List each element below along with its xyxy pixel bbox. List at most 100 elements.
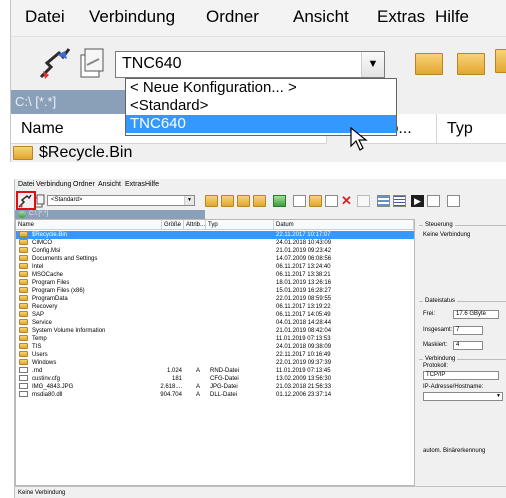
file-attrib: A [196,392,201,398]
menu-bar: Datei Verbindung Ordner Ansicht Extras H… [15,179,506,191]
file-icon [19,383,28,389]
open-folder-icon[interactable] [309,195,322,207]
folder-partial-icon[interactable] [495,49,506,73]
menu-extras[interactable]: Extras [125,181,145,188]
dropdown-option-new[interactable]: < Neue Konfiguration... > [126,79,396,97]
menu-ansicht[interactable]: Ansicht [293,7,349,27]
connect-icon[interactable] [37,45,73,81]
list-view-icon[interactable] [377,195,390,207]
column-header-typ[interactable]: Typ [437,114,506,144]
panel-icon[interactable] [447,195,460,207]
folder-icon[interactable] [221,195,234,207]
menu-extras[interactable]: Extras [377,7,425,27]
folder-new-icon[interactable] [237,195,250,207]
new-file-icon[interactable] [293,195,306,207]
list-item[interactable]: $Recycle.Bin [11,144,311,162]
file-date: 22.11.2017 10:17:07 [276,232,331,238]
file-date: 11.01.2019 07:13:53 [276,336,331,342]
folder-icon [19,359,28,365]
menu-hilfe[interactable]: Hilfe [435,7,469,27]
table-row[interactable]: $Recycle.Bin 22.11.2017 10:17:07 [16,231,414,239]
menu-ordner[interactable]: Ordner [73,181,95,188]
file-date: 15.01.2019 16:28:27 [276,288,332,294]
table-row[interactable]: MSOCache 06.11.2017 13:38:21 [16,271,414,279]
refresh-icon[interactable] [273,195,286,207]
menu-ansicht[interactable]: Ansicht [98,181,121,188]
file-name: SAP [32,312,45,318]
chevron-down-icon[interactable]: ▼ [184,196,194,205]
menu-datei[interactable]: Datei [25,7,65,27]
column-header-size[interactable]: Größe [162,220,184,230]
table-row[interactable]: TIS 24.01.2018 09:38:09 [16,343,414,351]
menu-ordner[interactable]: Ordner [206,7,259,27]
delete-icon[interactable]: ✕ [341,194,354,207]
folder-up-icon[interactable] [205,195,218,207]
file-name: Config.Msi [32,248,61,254]
toolbar: <Standard> ▼ ✕ ▶ [15,191,506,210]
table-row[interactable]: ProgramData 22.01.2019 08:59:55 [16,295,414,303]
table-row[interactable]: Temp 11.01.2019 07:13:53 [16,335,414,343]
terminal-icon[interactable]: ▶ [411,195,424,207]
folder-icon[interactable] [457,53,485,75]
file-icon [19,367,28,373]
table-row[interactable]: custinv.cfg 181 CFG-Datei 13.02.2009 13:56:… [16,375,414,383]
folder-up-icon[interactable] [415,53,443,75]
table-row[interactable]: Documents and Settings 14.07.2009 06:08:5… [16,255,414,263]
file-date: 18.01.2019 13:26:16 [276,280,332,286]
column-header-typ[interactable]: Typ [206,220,274,230]
file-size: 2.618.... [160,384,182,390]
table-row[interactable]: msdia80.dll 904.704 A DLL-Datei 01.12.2006 2… [16,391,414,399]
folder-copy-icon[interactable] [253,195,266,207]
file-name: Program Files (x86) [32,288,85,294]
ip-label: IP-Adresse/Hostname: [423,384,484,390]
window-icon[interactable] [427,195,440,207]
file-name: $Recycle.Bin [39,144,133,161]
table-row[interactable]: CIMCO 24.01.2018 10:43:09 [16,239,414,247]
file-name: .rnd [32,368,43,374]
file-attrib: A [196,368,201,374]
chevron-down-icon[interactable]: ▼ [496,393,501,400]
path-bar: C:\ [*.*] [11,90,125,114]
table-row[interactable]: SAP 06.11.2017 14:05:49 [16,311,414,319]
table-row[interactable]: Service 04.01.2018 14:28:44 [16,319,414,327]
detail-view-icon[interactable] [393,195,406,207]
protokoll-label: Protokoll: [423,363,449,369]
column-header-datum[interactable]: Datum [274,220,414,230]
menu-hilfe[interactable]: Hilfe [145,181,159,188]
configuration-combo[interactable]: TNC640 ▼ [115,51,385,78]
table-row[interactable]: Recovery 06.11.2017 13:19:22 [16,303,414,311]
menu-datei[interactable]: Datei [18,181,34,188]
folder-icon [19,287,28,293]
table-row[interactable]: Users 22.11.2017 10:16:49 [16,351,414,359]
menu-verbindung[interactable]: Verbindung [89,7,175,27]
table-row[interactable]: Intel 06.11.2017 13:24:40 [16,263,414,271]
table-row[interactable]: Program Files (x86) 15.01.2019 16:28:27 [16,287,414,295]
frei-label: Frei: [423,311,435,317]
table-row[interactable]: Windows 22.01.2019 09:37:39 [16,359,414,367]
chevron-down-icon[interactable]: ▼ [361,52,384,77]
settings-icon[interactable] [77,45,111,81]
verbindung-title: Verbindung [423,356,458,362]
file-date: 22.01.2019 09:37:39 [276,360,332,366]
configuration-combo[interactable]: <Standard> ▼ [47,195,195,206]
copy-file-icon[interactable] [325,195,338,207]
protokoll-value[interactable]: TCP/IP [423,371,499,380]
table-row[interactable]: .rnd 1.024 A RND-Datei 11.01.2019 07:13:45 [16,367,414,375]
column-header-attrib[interactable]: Attrib... [184,220,206,230]
ip-combo[interactable]: ▼ [423,392,503,401]
menu-verbindung[interactable]: Verbindung [36,181,71,188]
table-row[interactable]: IMG_4843.JPG 2.618.... A JPG-Datei 21.03.201… [16,383,414,391]
file-list[interactable]: Name Größe Attrib... Typ Datum $Recycle.… [15,219,415,486]
configuration-combo-value: <Standard> [51,197,83,203]
file-date: 13.02.2009 13:56:30 [276,376,332,382]
file-name: TIS [32,344,42,350]
table-row[interactable]: Program Files 18.01.2019 13:26:16 [16,279,414,287]
steuerung-status: Keine Verbindung [423,232,471,238]
folder-icon [19,311,28,317]
table-row[interactable]: Config.Msi 21.01.2019 09:23:42 [16,247,414,255]
dropdown-option-standard[interactable]: <Standard> [126,97,396,115]
column-header-name[interactable]: Name [16,220,162,230]
table-row[interactable]: System Volume Information 21.01.2019 08:4… [16,327,414,335]
file-name: Program Files [32,280,70,286]
rename-icon[interactable] [357,195,370,207]
